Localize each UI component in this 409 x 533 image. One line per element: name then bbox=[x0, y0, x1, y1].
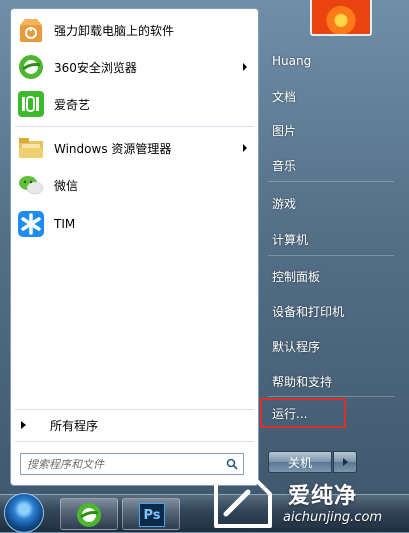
programs-pane: 强力卸载电脑上的软件 360安全浏览器 爱奇艺 Windows 资源管理器 微信… bbox=[10, 8, 259, 486]
divider bbox=[15, 441, 254, 442]
menu-documents[interactable]: 文档 bbox=[272, 83, 296, 109]
menu-computer[interactable]: 计算机 bbox=[272, 226, 308, 252]
divider bbox=[268, 181, 394, 182]
menu-user-folder[interactable]: Huang bbox=[272, 48, 311, 74]
program-label: TIM bbox=[54, 217, 76, 231]
shutdown-options-button[interactable] bbox=[333, 451, 357, 473]
games-label: 游戏 bbox=[272, 196, 297, 211]
menu-devices-printers[interactable]: 设备和打印机 bbox=[272, 298, 344, 324]
program-wechat[interactable]: 微信 bbox=[14, 167, 254, 203]
file-explorer-icon bbox=[19, 138, 43, 158]
program-iqiyi[interactable]: 爱奇艺 bbox=[14, 86, 254, 122]
360-browser-icon bbox=[77, 503, 101, 527]
menu-music[interactable]: 音乐 bbox=[272, 152, 296, 178]
run-highlight-box bbox=[260, 398, 346, 428]
program-file-explorer[interactable]: Windows 资源管理器 bbox=[14, 130, 254, 166]
start-menu: 强力卸载电脑上的软件 360安全浏览器 爱奇艺 Windows 资源管理器 微信… bbox=[0, 0, 409, 497]
triangle-right-icon bbox=[21, 421, 26, 429]
program-tim[interactable]: TIM bbox=[14, 206, 254, 242]
control-panel-label: 控制面板 bbox=[272, 269, 321, 284]
menu-games[interactable]: 游戏 bbox=[272, 190, 296, 216]
uninstaller-icon bbox=[20, 19, 42, 42]
program-uninstaller[interactable]: 强力卸载电脑上的软件 bbox=[14, 12, 254, 48]
menu-help-support[interactable]: 帮助和支持 bbox=[272, 368, 332, 394]
all-programs-button[interactable]: 所有程序 bbox=[19, 415, 251, 435]
program-label: 360安全浏览器 bbox=[54, 60, 137, 75]
computer-label: 计算机 bbox=[272, 232, 309, 247]
music-label: 音乐 bbox=[272, 158, 297, 173]
default-programs-label: 默认程序 bbox=[272, 339, 321, 354]
divider bbox=[268, 396, 394, 397]
menu-pictures[interactable]: 图片 bbox=[272, 117, 296, 143]
program-label: 爱奇艺 bbox=[54, 97, 91, 112]
taskbar-photoshop[interactable]: Ps bbox=[122, 498, 180, 530]
wechat-icon bbox=[19, 176, 44, 195]
menu-default-programs[interactable]: 默认程序 bbox=[272, 333, 320, 359]
taskbar-360-browser[interactable] bbox=[60, 498, 118, 530]
pictures-label: 图片 bbox=[272, 123, 297, 138]
shutdown-button[interactable]: 关机 bbox=[268, 451, 332, 473]
divider bbox=[15, 126, 254, 127]
search-input[interactable] bbox=[25, 456, 219, 472]
chevron-right-icon bbox=[243, 144, 247, 152]
photoshop-label: Ps bbox=[143, 507, 161, 523]
divider bbox=[15, 409, 254, 410]
documents-label: 文档 bbox=[272, 89, 297, 104]
help-support-label: 帮助和支持 bbox=[272, 374, 333, 389]
devices-printers-label: 设备和打印机 bbox=[272, 304, 345, 319]
program-label: Windows 资源管理器 bbox=[54, 141, 172, 156]
360-browser-icon bbox=[19, 55, 43, 79]
watermark-logo-icon bbox=[214, 480, 272, 528]
search-icon[interactable] bbox=[226, 458, 238, 470]
watermark-name: 爱纯净 bbox=[288, 484, 358, 509]
user-name: Huang bbox=[272, 54, 312, 68]
divider bbox=[268, 255, 394, 256]
all-programs-label: 所有程序 bbox=[50, 418, 99, 433]
start-orb-icon[interactable] bbox=[4, 493, 44, 533]
program-360-browser[interactable]: 360安全浏览器 bbox=[14, 49, 254, 85]
photoshop-icon: Ps bbox=[139, 503, 165, 527]
watermark-url: aichunjing.com bbox=[283, 510, 383, 525]
menu-control-panel[interactable]: 控制面板 bbox=[272, 263, 320, 289]
program-label: 微信 bbox=[54, 178, 79, 193]
search-field[interactable] bbox=[20, 453, 244, 475]
chevron-right-icon bbox=[243, 63, 247, 71]
user-avatar[interactable] bbox=[310, 0, 372, 36]
tim-icon bbox=[18, 211, 44, 237]
iqiyi-icon bbox=[18, 91, 44, 117]
shutdown-label: 关机 bbox=[287, 455, 312, 470]
program-label: 强力卸载电脑上的软件 bbox=[54, 23, 175, 38]
